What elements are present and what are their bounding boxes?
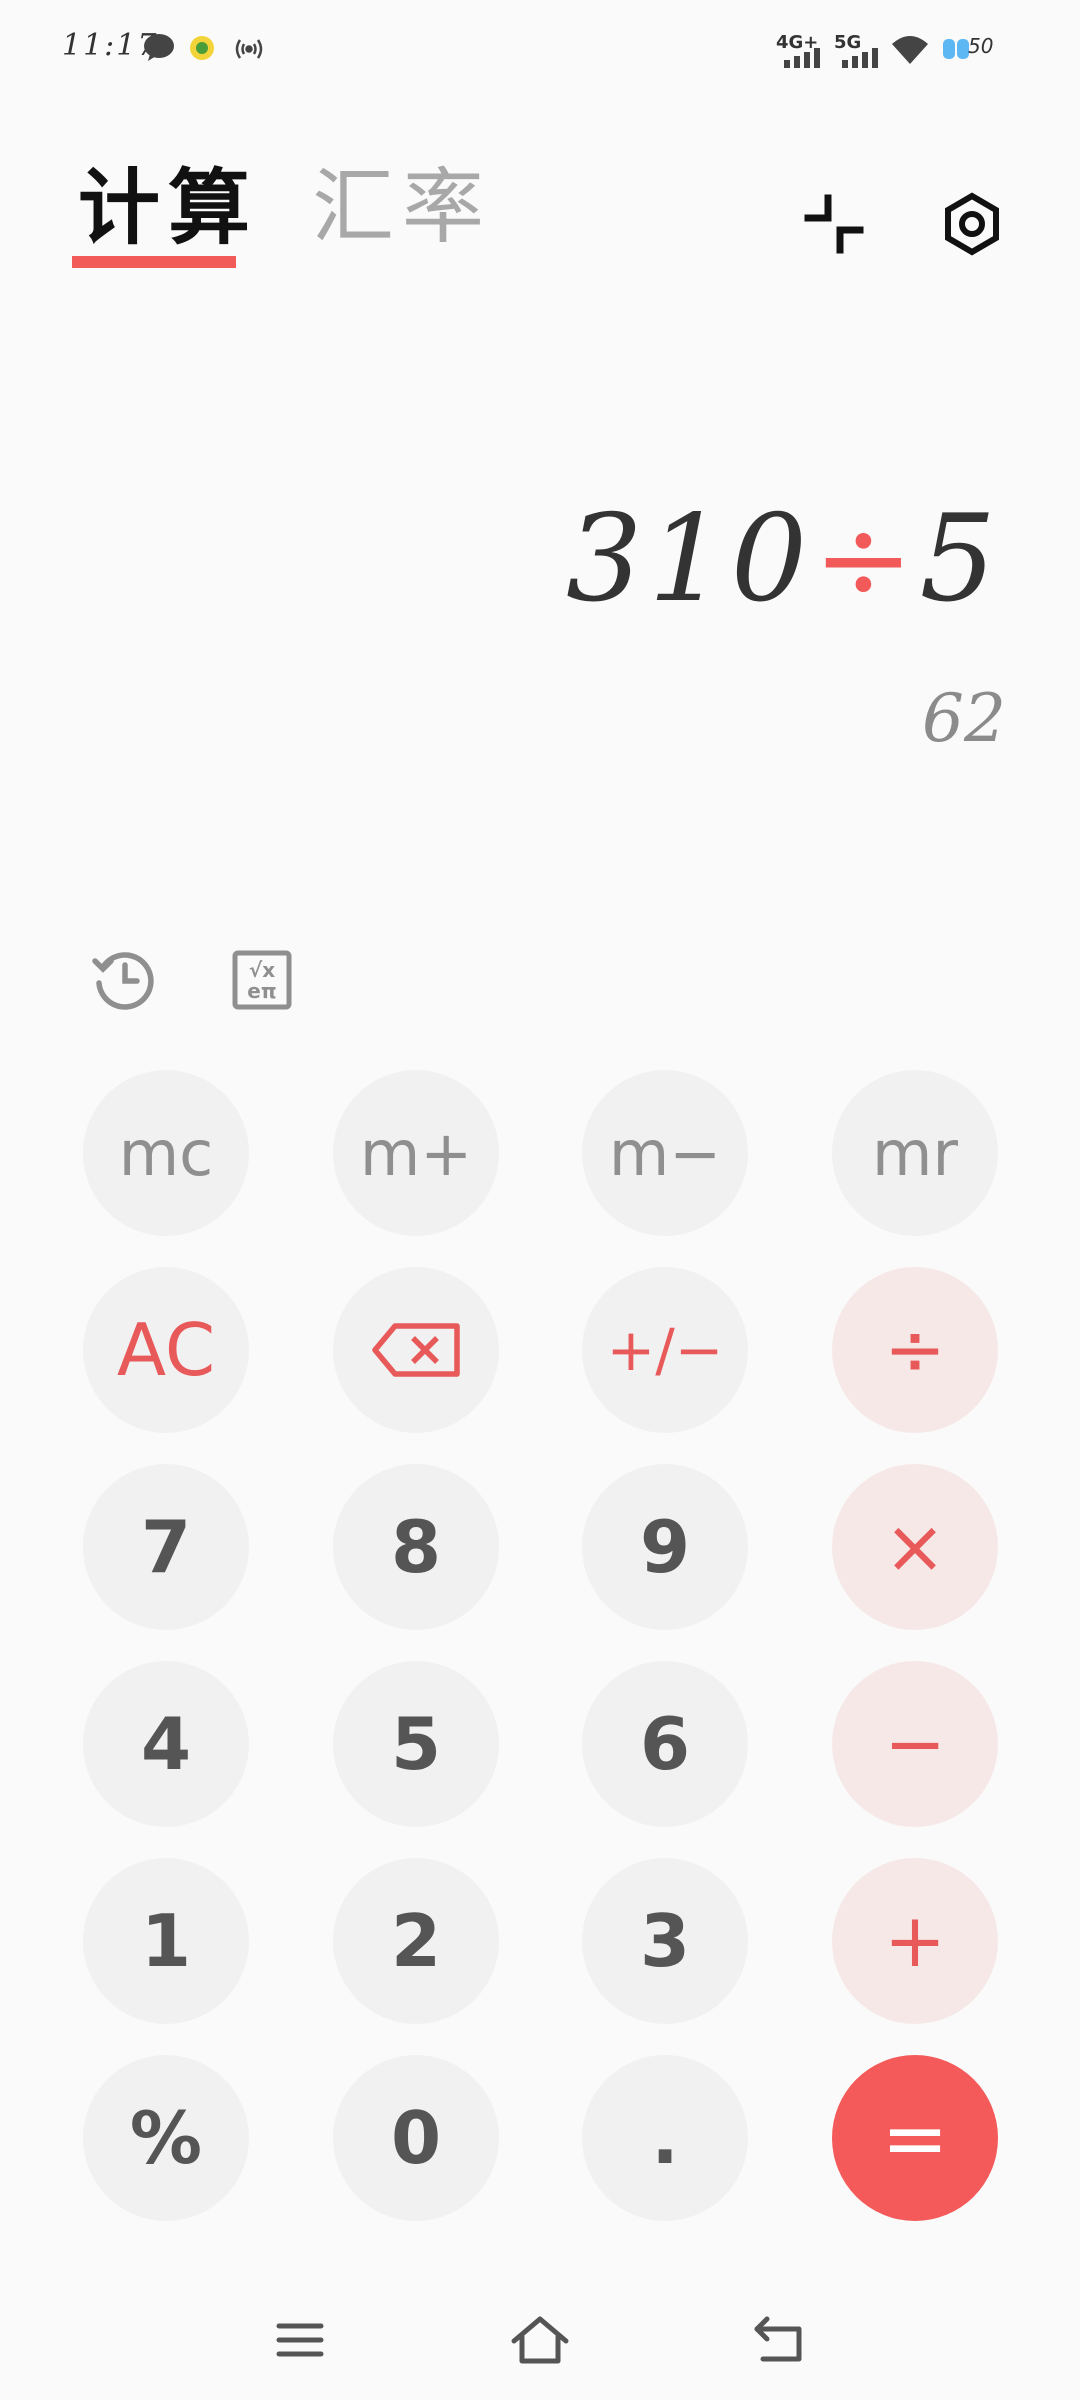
digit-2-button[interactable]: 2 [333,1858,499,2024]
backspace-button[interactable] [333,1267,499,1433]
expression-operator: ÷ [813,490,920,629]
history-button[interactable] [84,940,164,1020]
toggle-sign-button[interactable]: +/− [582,1267,748,1433]
battery-level: 50 [968,34,994,58]
signal-icon [842,48,880,72]
digit-7-button[interactable]: 7 [83,1464,249,1630]
shrink-window-button[interactable] [794,184,874,264]
digit-1-button[interactable]: 1 [83,1858,249,2024]
multiply-button[interactable]: × [832,1464,998,1630]
svg-text:eπ: eπ [247,979,276,1003]
equals-button[interactable]: = [832,2055,998,2221]
expression-display: 310÷5 [566,490,1002,629]
recent-apps-button[interactable] [260,2300,340,2380]
digit-8-button[interactable]: 8 [333,1464,499,1630]
menu-lines-icon [276,2323,324,2357]
memory-subtract-button[interactable]: m− [582,1070,748,1236]
backspace-icon [372,1323,460,1377]
home-icon [511,2316,569,2364]
shrink-icon [804,194,864,254]
wifi-icon [890,34,930,70]
expression-left: 310 [566,490,814,629]
all-clear-button[interactable]: AC [83,1267,249,1433]
plus-button[interactable]: + [832,1858,998,2024]
memory-recall-button[interactable]: mr [832,1070,998,1236]
home-button[interactable] [500,2300,580,2380]
message-icon [142,32,176,66]
history-clock-icon [92,952,154,1010]
settings-button[interactable] [932,184,1012,264]
divide-button[interactable]: ÷ [832,1267,998,1433]
result-display: 62 [922,680,1006,757]
hotspot-icon [232,34,266,68]
expression-right: 5 [919,490,1002,629]
tab-exchange-rate[interactable]: 汇率 [312,158,492,258]
decimal-point-button[interactable]: . [582,2055,748,2221]
active-tab-indicator [72,256,236,268]
back-arrow-icon [754,2316,802,2362]
scientific-mode-button[interactable]: √x eπ [222,940,302,1020]
digit-5-button[interactable]: 5 [333,1661,499,1827]
status-bar: 11:17 4G+ 5G 50 [0,0,1080,100]
memory-add-button[interactable]: m+ [333,1070,499,1236]
back-button[interactable] [740,2300,820,2380]
digit-9-button[interactable]: 9 [582,1464,748,1630]
header: 计算 汇率 [0,150,1080,290]
tab-calculate[interactable]: 计算 [78,158,258,258]
digit-6-button[interactable]: 6 [582,1661,748,1827]
signal-icon [784,48,822,72]
settings-hexagon-icon [945,192,999,256]
percent-button[interactable]: % [83,2055,249,2221]
memory-clear-button[interactable]: mc [83,1070,249,1236]
scientific-functions-icon: √x eπ [232,950,292,1010]
digit-3-button[interactable]: 3 [582,1858,748,2024]
app-notification-icon [188,34,216,66]
minus-button[interactable]: − [832,1661,998,1827]
digit-0-button[interactable]: 0 [333,2055,499,2221]
digit-4-button[interactable]: 4 [83,1661,249,1827]
